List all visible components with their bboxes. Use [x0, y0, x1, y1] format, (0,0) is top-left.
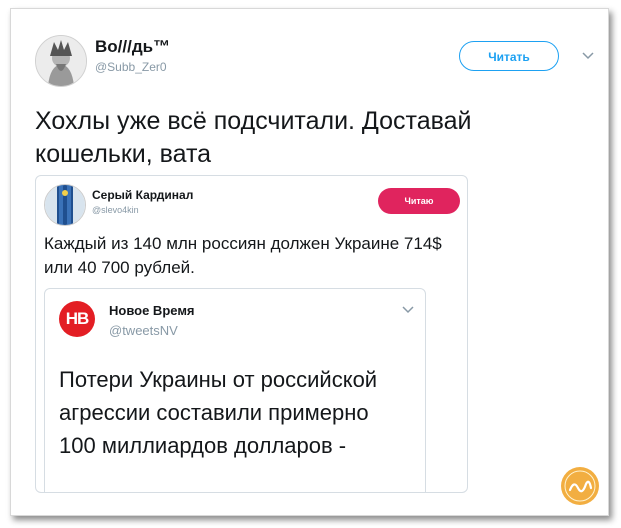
quoted-author-avatar[interactable] — [44, 184, 86, 226]
quoted-tweet[interactable]: Серый Кардинал @slevo4kin Читаю Каждый и… — [35, 175, 468, 493]
quoted-author-name[interactable]: Серый Кардинал — [92, 188, 193, 202]
quoted-author-handle[interactable]: @slevo4kin — [92, 205, 139, 215]
nested-author-name[interactable]: Новое Время — [109, 303, 195, 318]
chevron-down-icon[interactable] — [401, 303, 415, 317]
nested-quoted-tweet[interactable]: НВ Новое Время @tweetsNV Потери Украины … — [44, 288, 426, 492]
following-button[interactable]: Читаю — [378, 188, 460, 214]
avatar-image — [45, 185, 85, 225]
quoted-tweet-text: Каждый из 140 млн россиян должен Украине… — [44, 234, 442, 277]
nv-logo-avatar[interactable]: НВ — [59, 301, 95, 337]
nested-tweet-text: Потери Украины от российской агрессии со… — [59, 367, 378, 458]
tweet-text: Хохлы уже всё подсчитали. Доставай кошел… — [35, 107, 472, 168]
nuka-watermark-logo — [561, 467, 599, 505]
author-name[interactable]: Во///дь™ — [95, 37, 170, 57]
avatar-image — [36, 36, 86, 86]
chevron-down-icon[interactable] — [581, 49, 595, 63]
tweet-screenshot-frame: Во///дь™ @Subb_Zer0 Читать Хохлы уже всё… — [10, 8, 609, 516]
author-avatar[interactable] — [35, 35, 87, 87]
follow-button[interactable]: Читать — [459, 41, 559, 71]
author-handle[interactable]: @Subb_Zer0 — [95, 60, 167, 74]
nested-author-handle[interactable]: @tweetsNV — [109, 323, 178, 338]
